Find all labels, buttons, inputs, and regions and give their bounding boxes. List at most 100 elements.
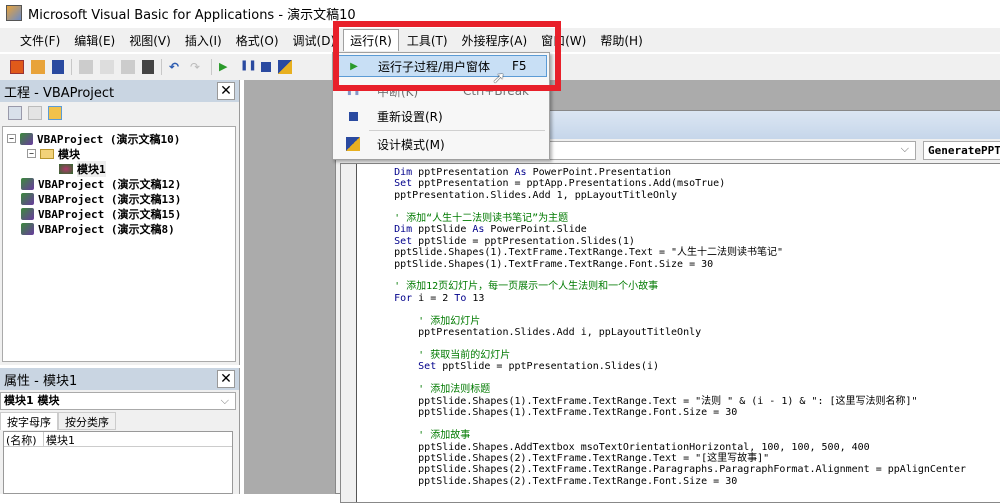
code-editor[interactable]: Dim pptPresentation As PowerPoint.Presen… <box>340 163 1000 503</box>
procedure-combo-value: GeneratePPT <box>928 144 1000 157</box>
code-line[interactable]: pptSlide.Shapes(1).TextFrame.TextRange.T… <box>370 396 966 407</box>
toolbar-separator <box>161 59 162 75</box>
menu-insert[interactable]: 插入(I) <box>179 30 228 51</box>
code-comment: ' 添加法则标题 <box>370 384 491 396</box>
close-icon[interactable]: ✕ <box>217 370 235 388</box>
code-line[interactable]: ' 添加法则标题 <box>370 384 966 395</box>
redo-icon[interactable]: ↷ <box>190 60 204 74</box>
undo-icon[interactable]: ↶ <box>169 60 183 74</box>
chevron-down-icon: ⌵ <box>220 394 229 407</box>
menu-file[interactable]: 文件(F) <box>14 30 66 51</box>
code-line[interactable]: ' 添加幻灯片 <box>370 316 966 327</box>
code-line[interactable]: Set pptPresentation = pptApp.Presentatio… <box>370 178 966 189</box>
folder-icon <box>40 148 54 159</box>
toggle-folders-icon[interactable] <box>48 106 62 120</box>
vba-project-icon <box>21 192 34 205</box>
code-line[interactable]: ' 添加12页幻灯片，每一页展示一个人生法则和一个小故事 <box>370 281 966 292</box>
view-code-icon[interactable] <box>8 106 22 120</box>
view-object-icon[interactable] <box>28 106 42 120</box>
code-line[interactable]: pptSlide.Shapes(1).TextFrame.TextRange.F… <box>370 259 966 270</box>
tree-node-module[interactable]: 模块1 <box>3 160 235 177</box>
code-line[interactable]: For i = 2 To 13 <box>370 293 966 304</box>
code-line[interactable]: ' 添加故事 <box>370 430 966 441</box>
tree-node-label: VBAProject (演示文稿10) <box>37 132 181 146</box>
code-line[interactable]: Set pptSlide = pptPresentation.Slides(i) <box>370 361 966 372</box>
code-line[interactable] <box>370 419 966 430</box>
stop-icon <box>343 111 363 121</box>
design-mode-icon[interactable] <box>278 60 292 74</box>
project-explorer-header: 工程 - VBAProject ✕ <box>0 80 239 102</box>
close-icon[interactable]: ✕ <box>217 82 235 100</box>
properties-grid: (名称) 模块1 <box>3 431 233 494</box>
code-keyword: Dim <box>370 167 419 178</box>
code-line[interactable]: Dim pptSlide As PowerPoint.Slide <box>370 224 966 235</box>
copy-icon[interactable] <box>100 60 114 74</box>
code-line[interactable] <box>370 270 966 281</box>
menu-item-design-mode[interactable]: 设计模式(M) <box>335 133 547 155</box>
property-row[interactable]: (名称) 模块1 <box>4 432 232 447</box>
chevron-down-icon: ⌵ <box>900 142 909 155</box>
tree-node-label: VBAProject (演示文稿13) <box>38 192 182 206</box>
code-line[interactable] <box>370 373 966 384</box>
mouse-cursor-icon: ➚ <box>492 68 506 87</box>
highlight-annotation-box <box>333 21 561 91</box>
code-keyword: Set <box>370 178 419 190</box>
code-line[interactable] <box>370 339 966 350</box>
tree-node-project[interactable]: VBAProject (演示文稿12) <box>3 176 235 191</box>
code-line[interactable]: pptSlide.Shapes(1).TextFrame.TextRange.F… <box>370 407 966 418</box>
tab-alphabetic[interactable]: 按字母序 <box>0 412 58 430</box>
tree-node-label: VBAProject (演示文稿15) <box>38 207 182 221</box>
collapse-icon[interactable]: − <box>27 149 36 158</box>
code-line[interactable]: pptSlide.Shapes.AddTextbox msoTextOrient… <box>370 442 966 453</box>
code-line[interactable]: pptSlide.Shapes(2).TextFrame.TextRange.P… <box>370 464 966 475</box>
pause-icon[interactable]: ❚❚ <box>240 60 257 74</box>
code-line[interactable]: ' 获取当前的幻灯片 <box>370 350 966 361</box>
tree-node-project[interactable]: VBAProject (演示文稿13) <box>3 191 235 206</box>
reset-icon[interactable] <box>261 62 271 72</box>
insert-userform-icon[interactable] <box>31 60 45 74</box>
code-margin <box>341 164 357 502</box>
code-text: PowerPoint.Presentation <box>532 167 672 178</box>
project-explorer: 工程 - VBAProject ✕ − VBAProject (演示文稿10) … <box>0 80 240 365</box>
tree-node-project[interactable]: − VBAProject (演示文稿10) <box>3 131 235 146</box>
code-line[interactable]: Set pptSlide = pptPresentation.Slides(1) <box>370 236 966 247</box>
tree-node-project[interactable]: VBAProject (演示文稿15) <box>3 206 235 221</box>
properties-title: 属性 - 模块1 <box>4 373 78 389</box>
cut-icon[interactable] <box>79 60 93 74</box>
find-icon[interactable] <box>142 60 154 74</box>
menu-item-reset[interactable]: 重新设置(R) <box>335 105 547 127</box>
properties-header: 属性 - 模块1 ✕ <box>0 368 239 390</box>
toolbar-separator <box>71 59 72 75</box>
menu-view[interactable]: 视图(V) <box>123 30 177 51</box>
powerpoint-view-icon[interactable] <box>10 60 24 74</box>
code-line[interactable]: ' 添加“人生十二法则读书笔记”为主题 <box>370 213 966 224</box>
project-explorer-toolbar <box>0 102 239 124</box>
vba-project-icon <box>21 207 34 220</box>
tree-node-modules-folder[interactable]: − 模块 <box>3 146 235 161</box>
code-comment: ' 添加幻灯片 <box>370 315 481 327</box>
run-icon[interactable]: ▶ <box>219 60 233 74</box>
object-select[interactable]: 模块1 模块 ⌵ <box>0 392 236 410</box>
code-text: pptSlide.Shapes(2).TextFrame.TextRange.P… <box>370 464 967 476</box>
menu-format[interactable]: 格式(O) <box>230 30 285 51</box>
paste-icon[interactable] <box>121 60 135 74</box>
code-line[interactable]: pptPresentation.Slides.Add i, ppLayoutTi… <box>370 327 966 338</box>
collapse-icon[interactable]: − <box>7 134 16 143</box>
procedure-combo[interactable]: GeneratePPT <box>923 141 1000 160</box>
code-line[interactable]: pptSlide.Shapes(2).TextFrame.TextRange.F… <box>370 476 966 487</box>
code-line[interactable] <box>370 304 966 315</box>
code-line[interactable] <box>370 201 966 212</box>
tab-categorized[interactable]: 按分类序 <box>58 412 116 430</box>
code-line[interactable]: Dim pptPresentation As PowerPoint.Presen… <box>370 167 966 178</box>
tree-node-project[interactable]: VBAProject (演示文稿8) <box>3 221 235 236</box>
code-line[interactable]: pptPresentation.Slides.Add 1, ppLayoutTi… <box>370 190 966 201</box>
code-text: pptSlide = pptPresentation.Slides(1) <box>418 235 635 247</box>
save-icon[interactable] <box>52 60 64 74</box>
property-value[interactable]: 模块1 <box>44 432 75 447</box>
menu-help[interactable]: 帮助(H) <box>594 30 648 51</box>
property-name: (名称) <box>4 432 44 447</box>
menu-edit[interactable]: 编辑(E) <box>68 30 121 51</box>
code-text: pptPresentation.Slides.Add 1, ppLayoutTi… <box>370 189 678 201</box>
code-line[interactable]: pptSlide.Shapes(2).TextFrame.TextRange.T… <box>370 453 966 464</box>
code-line[interactable]: pptSlide.Shapes(1).TextFrame.TextRange.T… <box>370 247 966 258</box>
